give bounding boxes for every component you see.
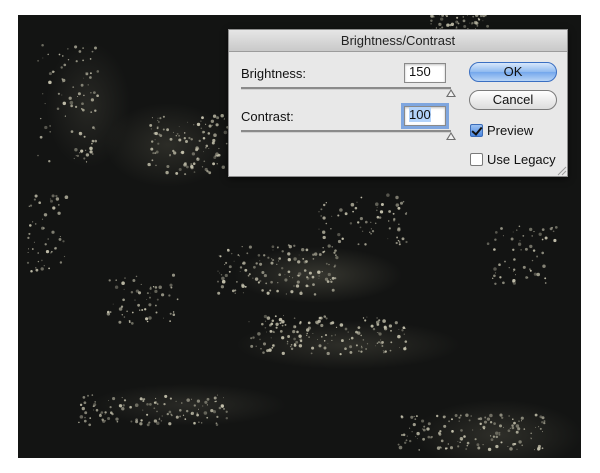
ok-button[interactable]: OK [469,62,557,82]
contrast-slider-track[interactable] [241,130,451,133]
use-legacy-option[interactable]: Use Legacy [470,152,556,167]
cancel-button[interactable]: Cancel [469,90,557,110]
resize-grip-icon[interactable] [555,164,567,176]
brightness-slider-thumb[interactable] [446,89,456,97]
contrast-input[interactable]: 100 [401,103,449,129]
contrast-value: 100 [409,107,431,122]
dialog-titlebar[interactable]: Brightness/Contrast [229,30,567,52]
contrast-label: Contrast: [241,109,294,124]
preview-label: Preview [487,123,534,138]
brightness-input[interactable]: 150 [404,63,446,83]
brightness-slider-track[interactable] [241,87,451,90]
dialog-title: Brightness/Contrast [340,33,456,48]
brightness-label: Brightness: [241,66,307,81]
use-legacy-label: Use Legacy [487,152,556,167]
preview-option[interactable]: Preview [470,123,533,138]
brightness-value: 150 [409,64,431,79]
contrast-slider-thumb[interactable] [446,132,456,140]
brightness-contrast-dialog: Brightness/Contrast Brightness: 150 Cont… [228,29,568,177]
preview-checkbox[interactable] [470,124,483,137]
use-legacy-checkbox[interactable] [470,153,483,166]
